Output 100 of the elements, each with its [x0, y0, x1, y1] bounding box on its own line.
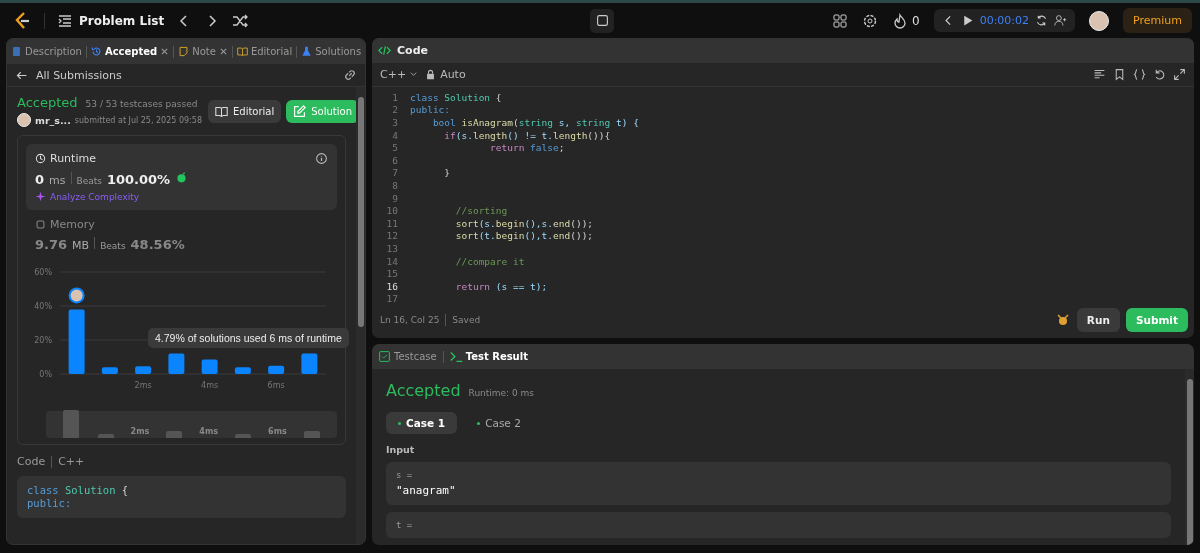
memory-title: Memory: [50, 218, 95, 231]
expand-icon[interactable]: [1173, 68, 1186, 81]
navigator-bar: [166, 431, 183, 438]
checkbox-icon: [378, 350, 391, 363]
flask-icon: [301, 46, 313, 57]
chart-bar[interactable]: [268, 365, 285, 374]
code-line: }: [443, 167, 451, 179]
case-tab[interactable]: Case 2: [465, 412, 533, 434]
result-tab[interactable]: Testcase: [378, 350, 437, 363]
settings-icon[interactable]: [862, 12, 878, 29]
parameter-name: s =: [396, 470, 414, 480]
panel-tab[interactable]: Description: [11, 46, 82, 57]
debug-icon[interactable]: [1054, 312, 1071, 328]
chip-icon: [35, 219, 46, 230]
line-number: 12: [385, 230, 398, 242]
shuffle-icon[interactable]: [232, 12, 249, 29]
line-number: 7: [391, 167, 398, 179]
panel-tab[interactable]: Note: [178, 46, 228, 57]
chart-bar[interactable]: [135, 366, 152, 374]
line-number: 2: [391, 104, 398, 116]
premium-button[interactable]: Premium: [1123, 8, 1192, 33]
edit-icon: [293, 104, 307, 118]
line-number: 15: [385, 268, 398, 280]
runtime-value: 0: [35, 172, 45, 187]
run-button[interactable]: Run: [1076, 308, 1120, 332]
y-tick-label: 0%: [39, 370, 52, 379]
line-number: 11: [385, 217, 398, 229]
line-number: 6: [391, 154, 398, 166]
memory-unit: MB: [72, 239, 90, 252]
range-navigator[interactable]: 2ms 4ms 6ms: [46, 411, 337, 438]
streak-count: 0: [912, 13, 920, 28]
list-icon[interactable]: [57, 12, 73, 29]
line-number: 1: [391, 91, 398, 103]
x-tick-label: 4ms: [201, 381, 219, 390]
undo-icon[interactable]: [1153, 68, 1166, 81]
document-icon: [11, 46, 22, 57]
note-button[interactable]: [590, 8, 614, 33]
navigator-label: 2ms: [130, 427, 150, 438]
code-line: //compare it: [454, 255, 525, 267]
close-icon[interactable]: [218, 47, 228, 56]
all-submissions-link[interactable]: All Submissions: [36, 68, 122, 82]
chart-bar[interactable]: [101, 367, 118, 374]
mode-label: Auto: [440, 68, 466, 81]
bookmark-icon[interactable]: [1113, 68, 1126, 81]
info-icon[interactable]: [315, 152, 328, 165]
chart-bar[interactable]: [234, 367, 251, 374]
code-line: bool isAnagram(string s, string t) {: [431, 117, 639, 128]
x-tick-label: 6ms: [267, 381, 285, 390]
note-icon: [595, 14, 609, 27]
navigator-bar: [63, 410, 80, 438]
line-number: 9: [391, 192, 398, 204]
navigator-bar: [97, 434, 114, 438]
result-tab[interactable]: Test Result: [449, 350, 528, 363]
link-icon[interactable]: [343, 68, 357, 82]
reset-icon[interactable]: [1035, 14, 1049, 27]
code-line: return false;: [489, 142, 565, 154]
chart-bar[interactable]: [68, 309, 85, 374]
user-avatar: [68, 287, 85, 304]
line-number: 8: [391, 179, 398, 191]
braces-icon[interactable]: [1133, 68, 1146, 81]
panel-tab[interactable]: Solutions: [301, 46, 362, 57]
sparkle-icon: [35, 191, 46, 202]
add-user-icon[interactable]: [1054, 14, 1068, 27]
chart-bar[interactable]: [201, 359, 218, 374]
chart-bar[interactable]: [301, 353, 318, 374]
history-icon: [90, 46, 102, 57]
chart-bar[interactable]: [168, 353, 185, 374]
navigator-bar: [303, 431, 320, 438]
language-select[interactable]: C++: [380, 68, 419, 81]
caret-icon: [409, 70, 419, 79]
lock-icon: [425, 69, 437, 80]
panel-tab[interactable]: Accepted: [90, 46, 170, 57]
input-label: Input: [386, 444, 416, 455]
cursor-position: Ln 16, Col 25: [380, 315, 440, 325]
submitted-time: submitted at Jul 25, 2025 09:58: [74, 115, 202, 125]
avatar[interactable]: [1089, 10, 1110, 31]
editorial-button[interactable]: Editorial: [208, 99, 282, 123]
runtime-title: Runtime: [50, 152, 96, 165]
navigator-label: 4ms: [199, 427, 218, 438]
accepted-status: Accepted: [17, 95, 78, 110]
grid-icon[interactable]: [832, 12, 848, 29]
code-line: public:: [410, 104, 451, 116]
result-status: Accepted: [386, 381, 461, 400]
case-tab[interactable]: Case 1: [386, 412, 458, 434]
panel-tab[interactable]: Editorial: [236, 46, 293, 57]
navigator-label: 6ms: [268, 427, 287, 438]
navigator-bar: [235, 434, 252, 438]
y-tick-label: 20%: [34, 336, 52, 345]
format-icon[interactable]: [1093, 68, 1106, 81]
code-line: sort(s.begin(),s.end());: [454, 217, 594, 229]
code-line: public:: [27, 497, 73, 510]
close-icon[interactable]: [160, 47, 170, 56]
line-number: 16: [385, 280, 398, 292]
line-number: 14: [385, 255, 398, 267]
runtime-beats: 100.00%: [106, 172, 171, 187]
line-number: 13: [385, 242, 398, 254]
note-icon: [178, 46, 190, 57]
username[interactable]: mr_s...: [35, 114, 71, 126]
memory-value: 9.76: [35, 237, 68, 252]
problem-list-link[interactable]: Problem List: [79, 13, 165, 28]
